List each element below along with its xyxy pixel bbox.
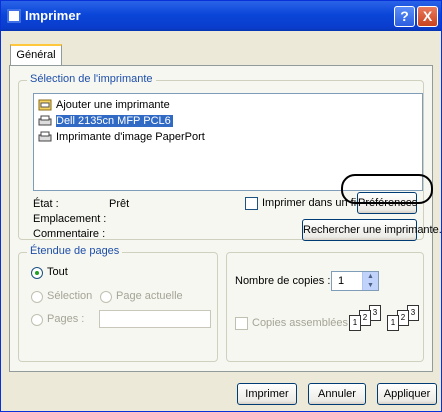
radio-pages-label: Pages : (47, 313, 85, 325)
pages-input[interactable] (99, 310, 211, 328)
copies-group: Nombre de copies : 1 ▲ ▼ Copies assemblée… (226, 252, 424, 362)
page-range-group: Étendue de pages Tout Sélection Page act… (18, 245, 218, 362)
printer-selection-group: Sélection de l'imprimante Ajouter une im… (18, 73, 442, 241)
printer-item-label: Imprimante d'image PaperPort (56, 131, 205, 143)
collate-page-1: 1 (387, 315, 399, 331)
printer-icon (38, 115, 52, 126)
window-title: Imprimer (25, 8, 81, 23)
comment-label: Commentaire : (33, 228, 106, 240)
spin-arrows-icon[interactable]: ▲ ▼ (362, 272, 378, 290)
radio-pages[interactable] (31, 314, 43, 326)
copies-count-value: 1 (338, 275, 345, 287)
printer-item-dell[interactable]: Dell 2135cn MFP PCL6 (38, 114, 173, 129)
radio-all-label: Tout (47, 266, 68, 278)
apply-button[interactable]: Appliquer (377, 383, 437, 405)
print-button[interactable]: Imprimer (237, 383, 297, 405)
radio-all[interactable] (31, 267, 43, 279)
cancel-button[interactable]: Annuler (308, 383, 366, 405)
status-label: État : (33, 198, 59, 210)
preferences-highlight-ring (341, 174, 433, 204)
printer-icon (38, 131, 52, 142)
copies-count-label: Nombre de copies : (235, 275, 331, 287)
title-bar[interactable]: Imprimer ? X (1, 1, 441, 31)
printer-item-label: Ajouter une imprimante (56, 99, 170, 111)
collate-label: Copies assemblées (252, 317, 348, 329)
copies-count-stepper[interactable]: 1 ▲ ▼ (331, 271, 379, 291)
location-label: Emplacement : (33, 213, 107, 225)
collate-pages-icon: 3 2 1 (349, 305, 383, 331)
page-range-label: Étendue de pages (27, 245, 123, 257)
printer-item-label: Dell 2135cn MFP PCL6 (56, 115, 173, 127)
radio-selection[interactable] (31, 291, 43, 303)
general-panel: Sélection de l'imprimante Ajouter une im… (9, 65, 442, 372)
add-printer-icon (38, 99, 52, 111)
printer-app-icon (7, 9, 21, 23)
find-printer-button[interactable]: Rechercher une imprimante... (302, 219, 442, 241)
printer-selection-label: Sélection de l'imprimante (27, 73, 156, 85)
status-value: Prêt (109, 198, 130, 210)
collate-pages-icon: 3 2 1 (387, 305, 421, 331)
printer-item-add[interactable]: Ajouter une imprimante (38, 98, 170, 113)
radio-current-page[interactable] (100, 291, 112, 303)
collate-checkbox[interactable] (235, 317, 248, 330)
collate-page-1: 1 (349, 315, 361, 331)
print-dialog: Imprimer ? X Général Sélection de l'impr… (0, 0, 442, 412)
close-button[interactable]: X (417, 6, 438, 27)
radio-current-page-label: Page actuelle (116, 290, 183, 302)
print-to-file-checkbox[interactable] (245, 197, 258, 210)
tab-general[interactable]: Général (10, 44, 62, 66)
printer-item-paperport[interactable]: Imprimante d'image PaperPort (38, 130, 205, 145)
radio-selection-label: Sélection (47, 290, 93, 302)
help-button[interactable]: ? (394, 6, 415, 27)
